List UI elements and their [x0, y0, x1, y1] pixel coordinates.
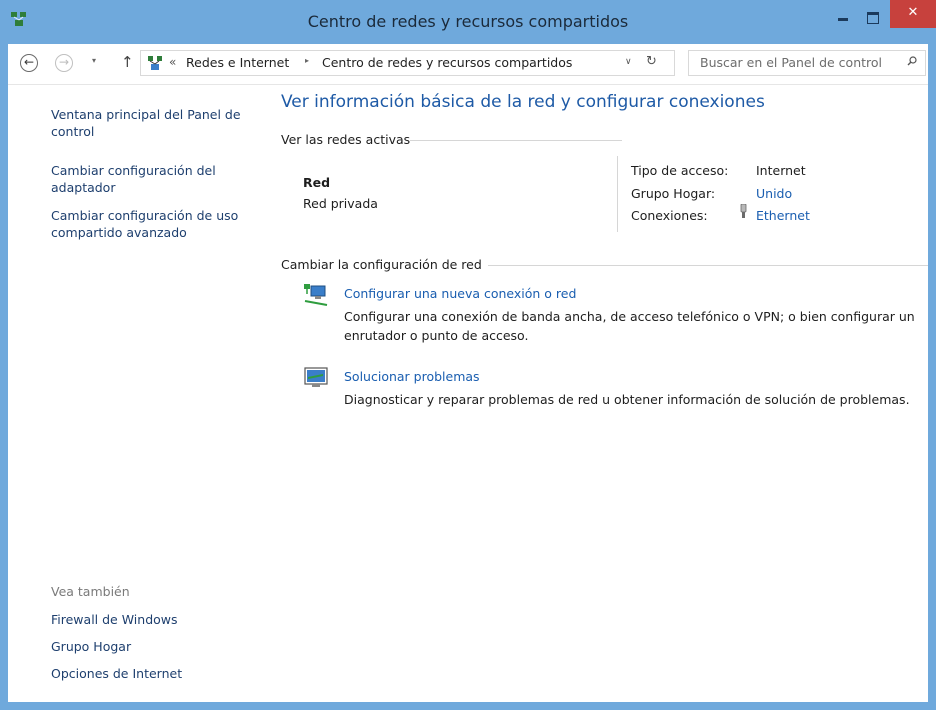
back-button[interactable]: ← [20, 54, 38, 72]
title-bar[interactable]: Centro de redes y recursos compartidos ✕ [0, 0, 936, 44]
sidebar-link-line: Cambiar configuración de uso [51, 208, 239, 223]
recent-locations-button[interactable]: ▾ [92, 56, 96, 65]
close-button[interactable]: ✕ [890, 0, 936, 28]
section-divider [488, 265, 928, 266]
new-connection-icon [304, 284, 328, 306]
homegroup-link[interactable]: Unido [756, 186, 792, 201]
troubleshoot-icon [304, 367, 328, 387]
setup-new-connection-link[interactable]: Configurar una nueva conexión o red [344, 286, 576, 301]
task-description-line: enrutador o punto de acceso. [344, 328, 529, 343]
homegroup-label: Grupo Hogar: [631, 186, 716, 201]
window: Centro de redes y recursos compartidos ✕… [0, 0, 936, 710]
troubleshoot-problems-link[interactable]: Solucionar problemas [344, 369, 480, 384]
see-also-heading: Vea también [51, 584, 130, 599]
network-location-icon [148, 56, 162, 70]
address-dropdown-icon[interactable]: ∨ [625, 57, 632, 67]
sidebar-link-change-adapter-settings[interactable]: Cambiar configuración del adaptador [51, 162, 216, 196]
up-button[interactable]: ↑ [121, 53, 134, 71]
vertical-divider [617, 156, 618, 232]
window-title: Centro de redes y recursos compartidos [307, 12, 629, 31]
breadcrumb-redes-e-internet[interactable]: Redes e Internet [186, 55, 289, 70]
network-type: Red privada [303, 196, 378, 211]
search-input[interactable]: Buscar en el Panel de control [700, 55, 882, 70]
sidebar-link-line: Ventana principal del Panel de [51, 107, 241, 122]
breadcrumb-centro-de-redes[interactable]: Centro de redes y recursos compartidos [322, 55, 572, 70]
sidebar-link-homegroup[interactable]: Grupo Hogar [51, 638, 131, 655]
breadcrumb-separator-icon[interactable]: ▸ [305, 56, 309, 65]
sidebar-link-line: adaptador [51, 180, 116, 195]
sidebar-link-windows-firewall[interactable]: Firewall de Windows [51, 611, 178, 628]
refresh-icon[interactable]: ↻ [646, 54, 657, 69]
sidebar-link-line: control [51, 124, 95, 139]
section-divider [410, 140, 622, 141]
access-type-value: Internet [756, 163, 806, 178]
ethernet-icon [740, 204, 747, 218]
setup-new-connection-description: Configurar una conexión de banda ancha, … [344, 307, 924, 345]
main-panel: Ver información básica de la red y confi… [278, 85, 928, 702]
minimize-button[interactable] [832, 9, 854, 27]
maximize-button[interactable] [862, 9, 884, 27]
search-icon[interactable] [907, 56, 917, 66]
forward-button[interactable]: → [55, 54, 73, 72]
sidebar-link-internet-options[interactable]: Opciones de Internet [51, 665, 182, 682]
sidebar-link-line: compartido avanzado [51, 225, 187, 240]
page-title: Ver información básica de la red y confi… [281, 92, 765, 112]
content-area: Ventana principal del Panel de control C… [8, 85, 928, 702]
change-network-settings-heading: Cambiar la configuración de red [281, 257, 482, 272]
address-overflow-chevron-icon[interactable]: « [169, 55, 176, 69]
network-name: Red [303, 175, 331, 190]
sidebar: Ventana principal del Panel de control C… [51, 85, 266, 702]
sidebar-link-advanced-sharing-settings[interactable]: Cambiar configuración de uso compartido … [51, 207, 238, 241]
ethernet-connection-link[interactable]: Ethernet [756, 208, 810, 223]
active-networks-heading: Ver las redes activas [281, 132, 411, 147]
task-description-line: Configurar una conexión de banda ancha, … [344, 309, 915, 324]
connections-label: Conexiones: [631, 208, 708, 223]
navigation-bar: ← → ▾ ↑ « Redes e Internet ▸ Centro de r… [8, 44, 928, 85]
sidebar-link-line: Cambiar configuración del [51, 163, 216, 178]
address-bar[interactable]: « Redes e Internet ▸ Centro de redes y r… [140, 50, 675, 76]
access-type-label: Tipo de acceso: [631, 163, 729, 178]
troubleshoot-problems-description: Diagnosticar y reparar problemas de red … [344, 392, 910, 407]
sidebar-link-control-panel-home[interactable]: Ventana principal del Panel de control [51, 106, 241, 140]
search-box[interactable]: Buscar en el Panel de control [688, 50, 926, 76]
